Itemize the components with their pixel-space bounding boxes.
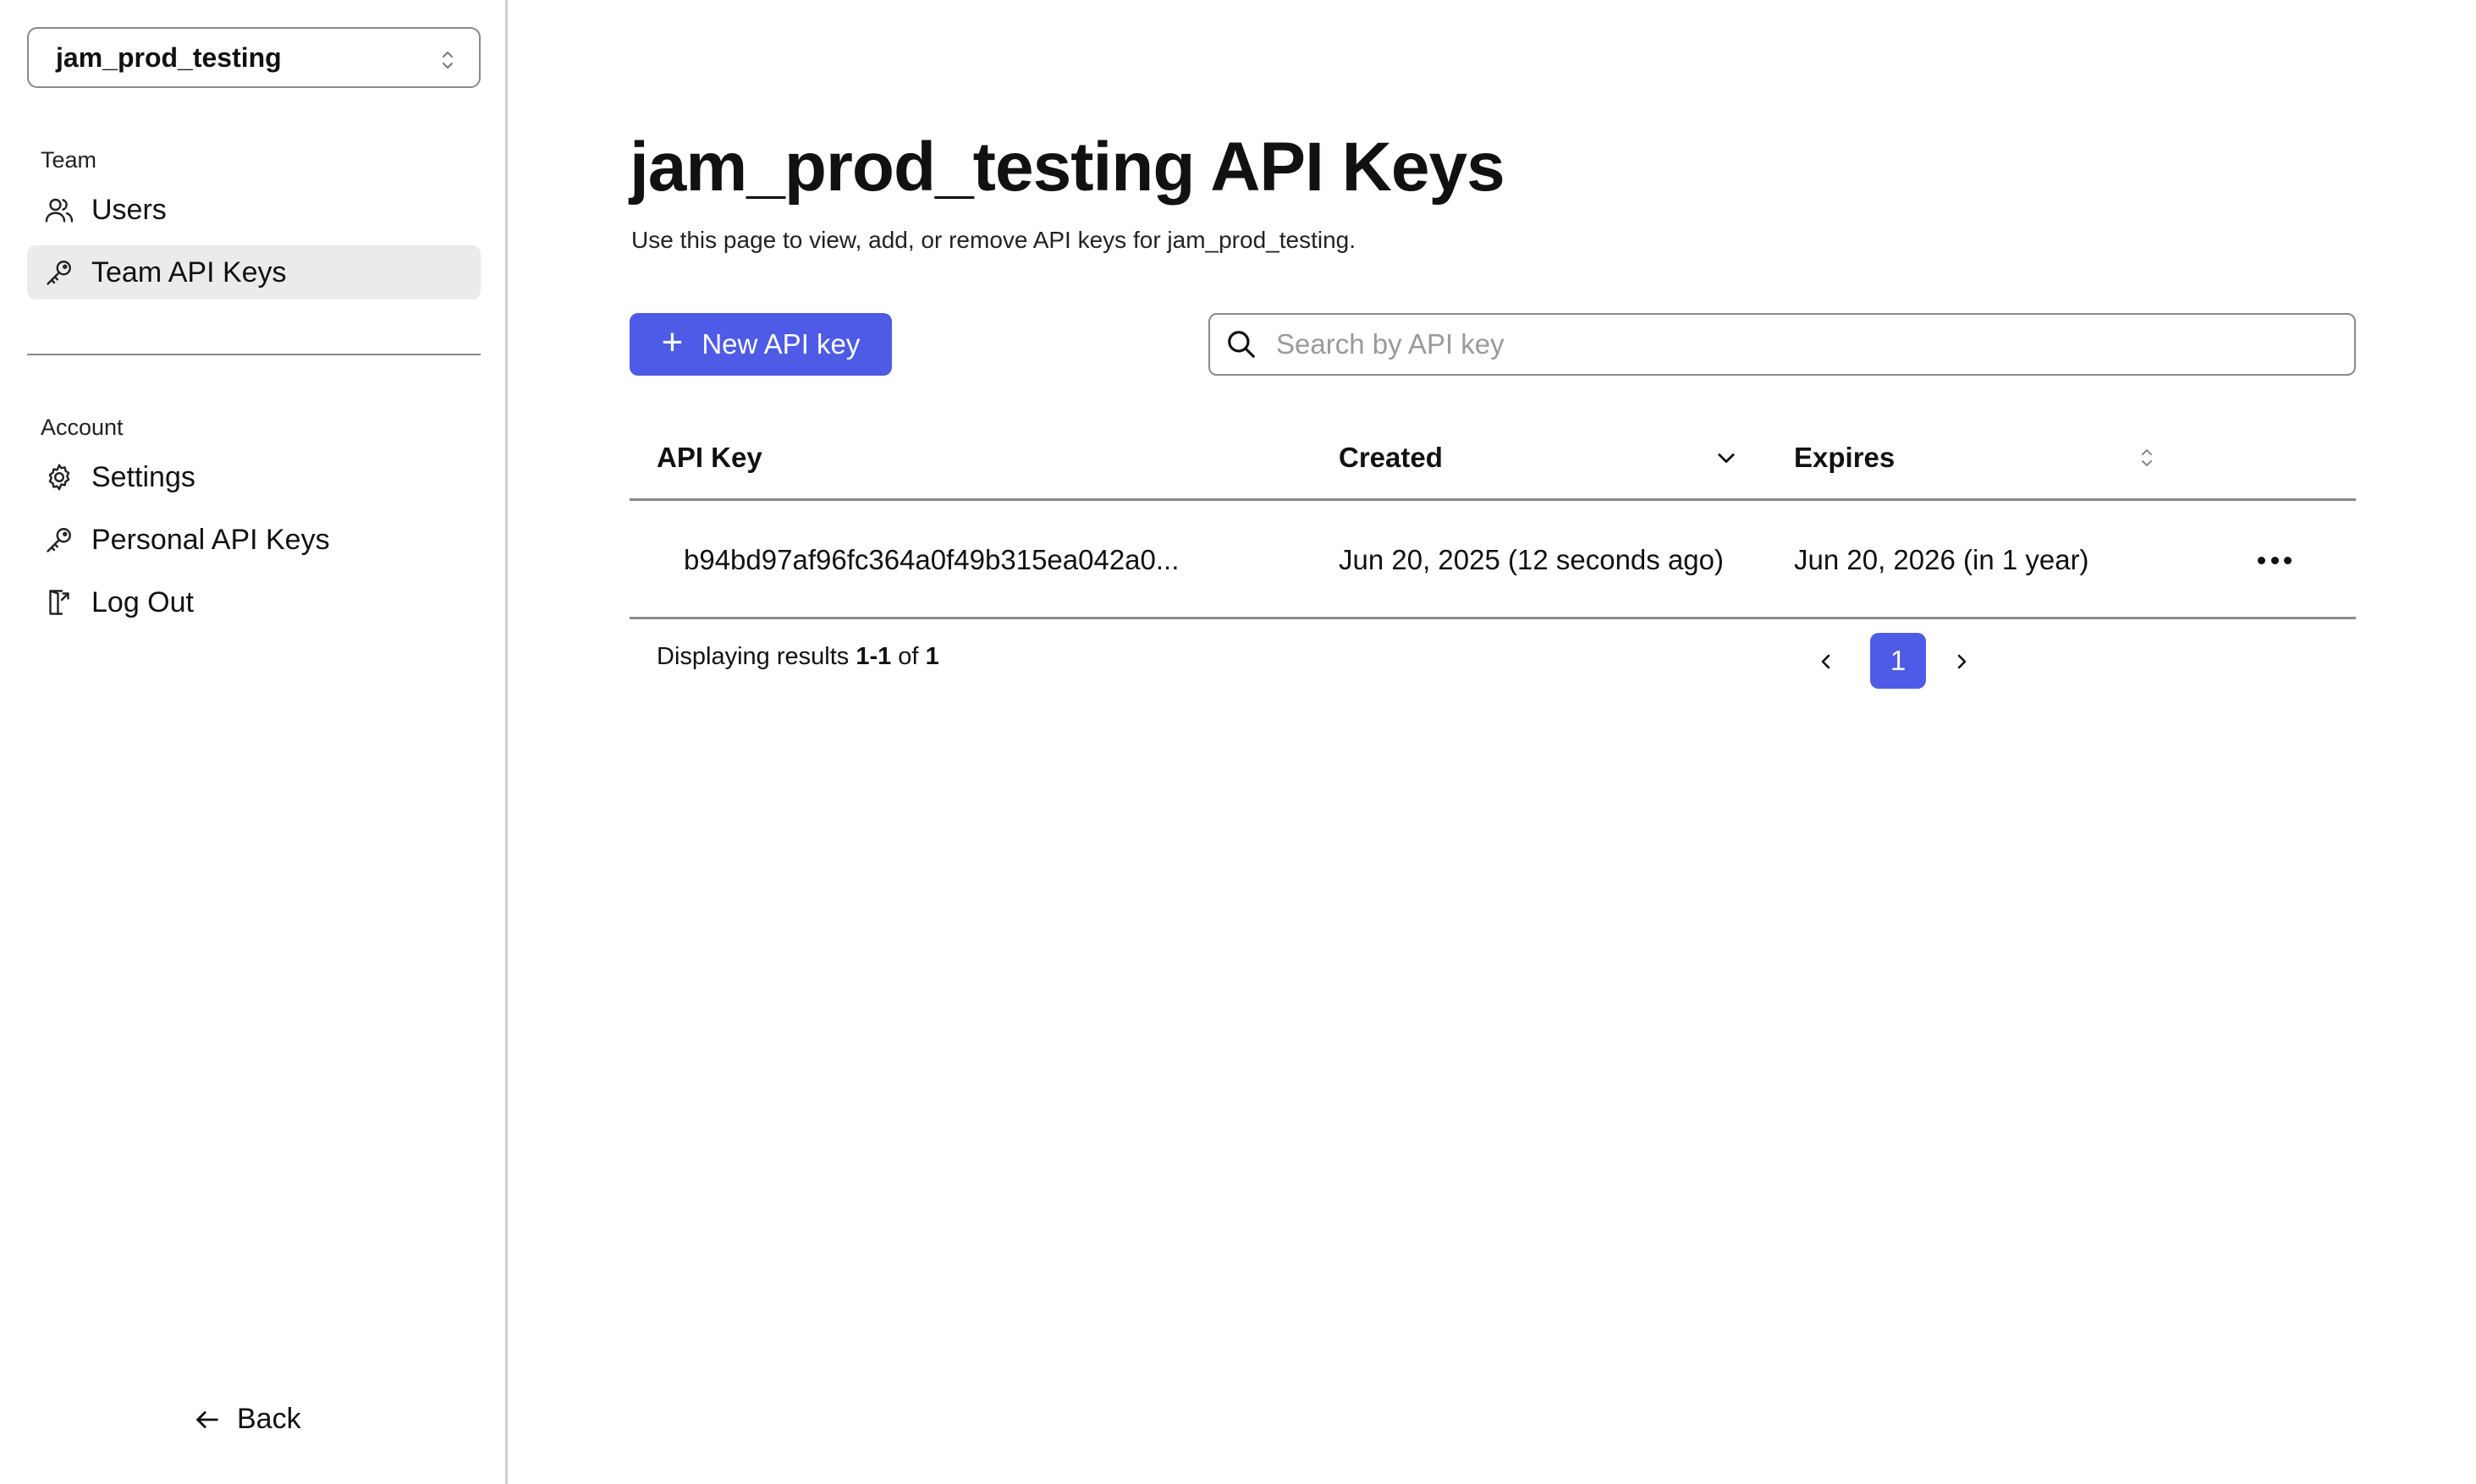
sidebar-item-label: Settings bbox=[91, 460, 195, 493]
chevron-right-icon bbox=[1957, 654, 1967, 669]
search-input[interactable] bbox=[1274, 327, 2290, 361]
sidebar-item-log-out[interactable]: Log Out bbox=[27, 575, 481, 629]
column-header-created[interactable]: Created bbox=[1339, 415, 1736, 501]
sidebar-item-team-api-keys[interactable]: Team API Keys bbox=[27, 245, 481, 300]
results-of: of bbox=[891, 643, 926, 670]
column-header-expires[interactable]: Expires bbox=[1794, 415, 2158, 501]
table-header: API Key Created Expires bbox=[630, 415, 2356, 501]
key-icon bbox=[42, 256, 76, 289]
created-cell: Jun 20, 2025 (12 seconds ago) bbox=[1339, 544, 1724, 575]
gear-icon bbox=[42, 460, 76, 494]
page-button-current[interactable]: 1 bbox=[1870, 633, 1926, 689]
team-selector[interactable]: jam_prod_testing bbox=[27, 27, 481, 88]
results-range: 1-1 bbox=[856, 643, 892, 670]
expires-cell: Jun 20, 2026 (in 1 year) bbox=[1794, 544, 2089, 575]
new-api-key-label: New API key bbox=[702, 328, 861, 360]
sidebar-item-label: Log Out bbox=[91, 585, 194, 618]
sidebar-item-label: Team API Keys bbox=[91, 256, 287, 289]
table-row: b94bd97af96fc364a0f49b315ea042a0... Jun … bbox=[630, 501, 2356, 619]
page-subtitle: Use this page to view, add, or remove AP… bbox=[631, 227, 1356, 253]
app-root: jam_prod_testing Team Users Team API Key… bbox=[0, 0, 2476, 1484]
previous-page-button[interactable] bbox=[1806, 641, 1846, 682]
new-api-key-button[interactable]: + New API key bbox=[630, 313, 892, 376]
dot bbox=[2284, 556, 2292, 564]
sidebar-item-label: Users bbox=[91, 193, 167, 226]
sort-icon bbox=[2142, 449, 2152, 466]
sidebar-item-personal-api-keys[interactable]: Personal API Keys bbox=[27, 513, 481, 567]
sidebar-item-settings[interactable]: Settings bbox=[27, 450, 481, 504]
plus-icon: + bbox=[661, 322, 684, 363]
column-header-api-key: API Key bbox=[657, 442, 762, 473]
api-keys-table: API Key Created Expires b94bd97af96fc364… bbox=[630, 415, 2356, 704]
api-key-cell: b94bd97af96fc364a0f49b315ea042a0... bbox=[684, 544, 1180, 575]
chevron-updown-icon bbox=[443, 52, 453, 69]
more-options-button[interactable] bbox=[2253, 541, 2297, 579]
logout-icon bbox=[42, 585, 76, 619]
team-selector-label: jam_prod_testing bbox=[56, 41, 282, 73]
column-header-label: Created bbox=[1339, 442, 1443, 473]
main-content: jam_prod_testing API Keys Use this page … bbox=[508, 0, 2476, 1484]
team-section-label: Team bbox=[41, 147, 97, 173]
sidebar-item-label: Personal API Keys bbox=[91, 523, 330, 556]
column-header-label: Expires bbox=[1794, 442, 1896, 473]
users-icon bbox=[42, 193, 76, 227]
next-page-button[interactable] bbox=[1941, 641, 1982, 682]
dot bbox=[2258, 556, 2265, 564]
back-label: Back bbox=[237, 1403, 301, 1435]
arrow-left-icon bbox=[196, 1410, 218, 1428]
search-icon bbox=[1228, 331, 1255, 358]
results-total: 1 bbox=[925, 643, 939, 670]
table-footer: Displaying results 1-1 of 1 1 bbox=[630, 619, 2356, 704]
page-title: jam_prod_testing API Keys bbox=[630, 129, 1505, 206]
search-box[interactable] bbox=[1208, 313, 2356, 376]
sidebar-item-users[interactable]: Users bbox=[27, 183, 481, 237]
sidebar: jam_prod_testing Team Users Team API Key… bbox=[0, 0, 508, 1484]
results-prefix: Displaying results bbox=[657, 643, 856, 670]
results-summary: Displaying results 1-1 of 1 bbox=[657, 643, 939, 671]
chevron-down-icon bbox=[1718, 453, 1735, 464]
dot bbox=[2270, 556, 2279, 564]
sidebar-divider bbox=[27, 354, 481, 355]
chevron-left-icon bbox=[1821, 654, 1830, 669]
back-link[interactable]: Back bbox=[193, 1403, 301, 1436]
account-section-label: Account bbox=[41, 415, 124, 440]
key-icon bbox=[42, 523, 76, 557]
